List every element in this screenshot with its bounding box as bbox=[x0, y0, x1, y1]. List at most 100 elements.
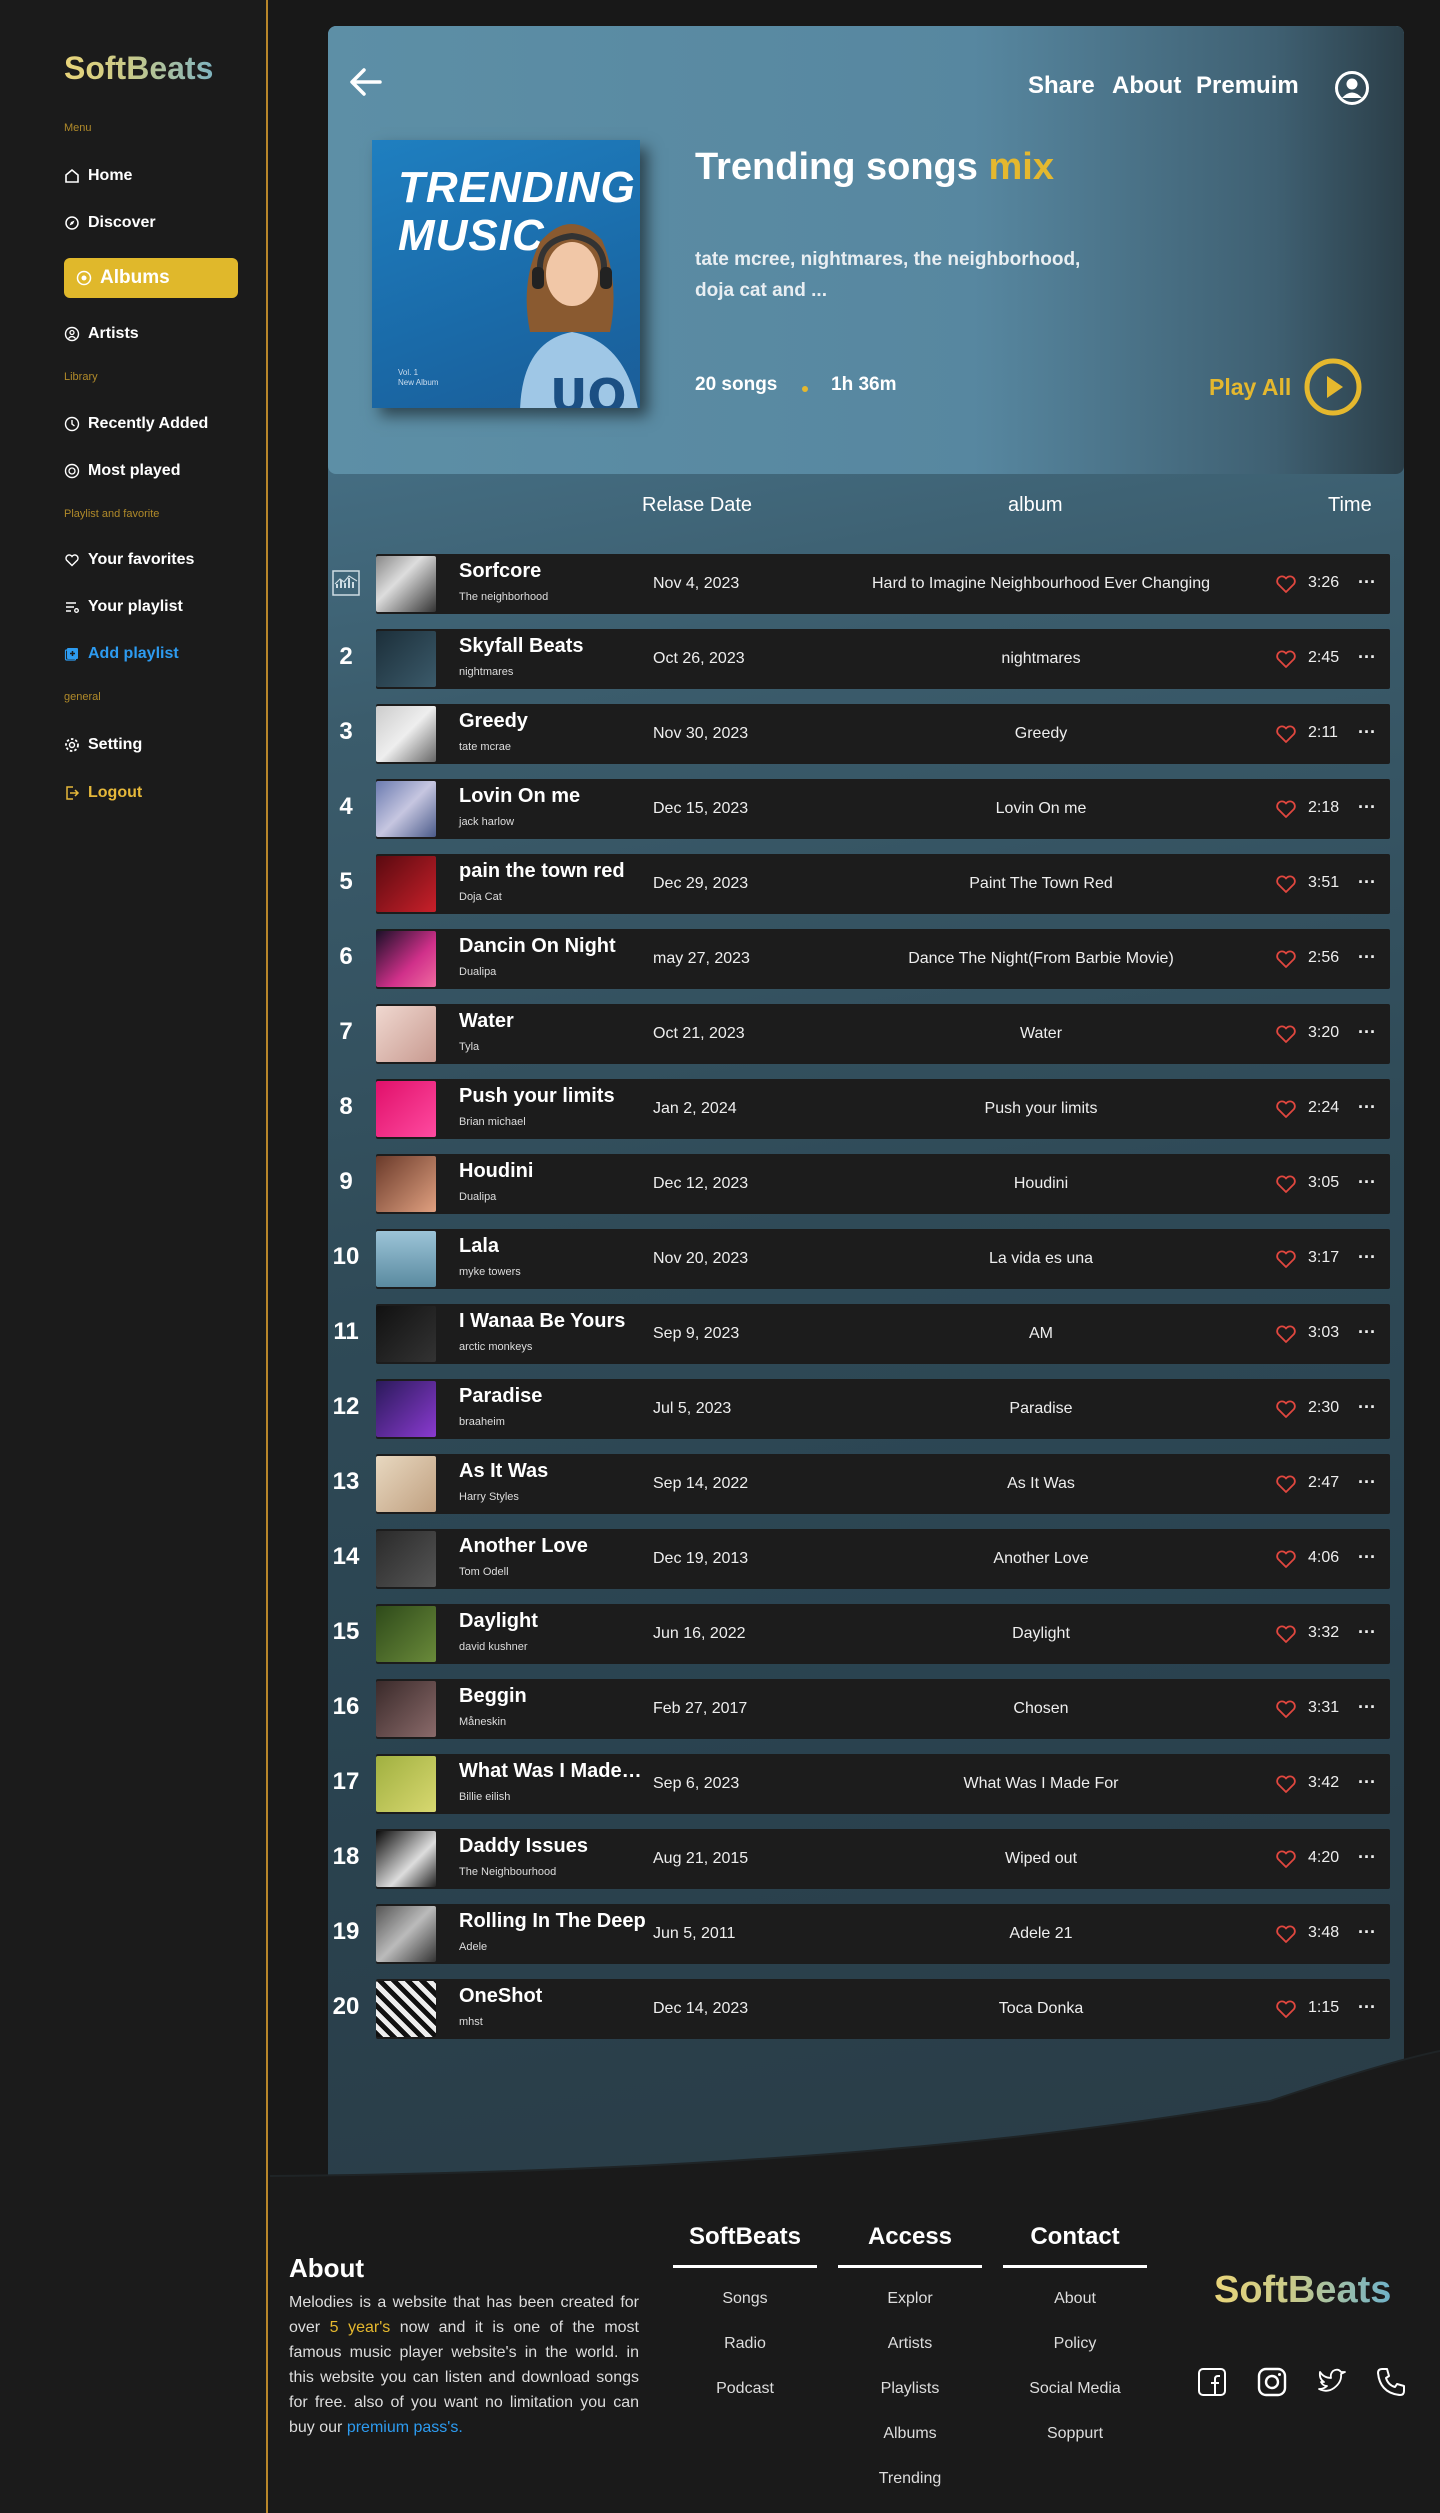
track-title[interactable]: Another Love bbox=[459, 1535, 588, 1558]
play-all-label[interactable]: Play All bbox=[1209, 374, 1291, 401]
column-header-album[interactable]: album bbox=[1008, 494, 1062, 517]
track-title[interactable]: OneShot bbox=[459, 1985, 542, 2008]
more-options-icon[interactable]: ··· bbox=[1358, 1847, 1380, 1869]
footer-link-radio[interactable]: Radio bbox=[673, 2335, 817, 2358]
track-thumbnail[interactable] bbox=[376, 1981, 436, 2037]
track-title[interactable]: Daylight bbox=[459, 1610, 538, 1633]
track-thumbnail[interactable] bbox=[376, 1906, 436, 1962]
table-row[interactable]: 8 Push your limits Brian michael Jan 2, 202… bbox=[339, 1079, 1390, 1139]
like-heart-icon[interactable] bbox=[1274, 647, 1298, 671]
track-thumbnail[interactable] bbox=[376, 706, 436, 762]
sidebar-item-home[interactable]: Home bbox=[64, 164, 132, 188]
footer-link-artists[interactable]: Artists bbox=[838, 2335, 982, 2358]
like-heart-icon[interactable] bbox=[1274, 872, 1298, 896]
like-heart-icon[interactable] bbox=[1274, 1322, 1298, 1346]
track-title[interactable]: pain the town red bbox=[459, 860, 625, 883]
like-heart-icon[interactable] bbox=[1274, 947, 1298, 971]
track-thumbnail[interactable] bbox=[376, 781, 436, 837]
track-thumbnail[interactable] bbox=[376, 856, 436, 912]
table-row[interactable]: 18 Daddy Issues The Neighbourhood Aug 21, 2… bbox=[333, 1829, 1390, 1889]
brand-logo[interactable]: SoftBeats bbox=[64, 50, 213, 87]
more-options-icon[interactable]: ··· bbox=[1358, 1997, 1380, 2019]
footer-link-social-media[interactable]: Social Media bbox=[1003, 2380, 1147, 2403]
like-heart-icon[interactable] bbox=[1274, 1022, 1298, 1046]
track-title[interactable]: Houdini bbox=[459, 1160, 533, 1183]
more-options-icon[interactable]: ··· bbox=[1358, 647, 1380, 669]
more-options-icon[interactable]: ··· bbox=[1358, 572, 1380, 594]
footer-link-explor[interactable]: Explor bbox=[838, 2290, 982, 2313]
table-row[interactable]: 14 Another Love Tom Odell Dec 19, 2013 Anoth… bbox=[333, 1529, 1390, 1589]
track-title[interactable]: What Was I Made For bbox=[459, 1760, 647, 1783]
sidebar-item-logout[interactable]: Logout bbox=[64, 781, 142, 805]
track-thumbnail[interactable] bbox=[376, 1456, 436, 1512]
footer-link-trending[interactable]: Trending bbox=[838, 2470, 982, 2493]
column-header-time[interactable]: Time bbox=[1328, 494, 1372, 517]
like-heart-icon[interactable] bbox=[1274, 1997, 1298, 2021]
footer-brand-logo[interactable]: SoftBeats bbox=[1214, 2269, 1391, 2312]
footer-link-support[interactable]: Soppurt bbox=[1003, 2425, 1147, 2448]
track-title[interactable]: Daddy Issues bbox=[459, 1835, 588, 1858]
table-row[interactable]: 4 Lovin On me jack harlow Dec 15, 2023 Lovin… bbox=[339, 779, 1390, 839]
track-title[interactable]: As It Was bbox=[459, 1460, 548, 1483]
more-options-icon[interactable]: ··· bbox=[1358, 1097, 1380, 1119]
footer-link-songs[interactable]: Songs bbox=[673, 2290, 817, 2313]
twitter-icon[interactable] bbox=[1315, 2365, 1349, 2399]
column-header-release[interactable]: Relase Date bbox=[642, 494, 752, 517]
track-thumbnail[interactable] bbox=[376, 1756, 436, 1812]
like-heart-icon[interactable] bbox=[1274, 1622, 1298, 1646]
track-title[interactable]: Sorfcore bbox=[459, 560, 541, 583]
track-title[interactable]: Push your limits bbox=[459, 1085, 615, 1108]
table-row[interactable]: 19 Rolling In The Deep Adele Jun 5, 2011 Ade… bbox=[333, 1904, 1390, 1964]
track-title[interactable]: Beggin bbox=[459, 1685, 527, 1708]
table-row[interactable]: 5 pain the town red Doja Cat Dec 29, 2023 Pa… bbox=[339, 854, 1390, 914]
more-options-icon[interactable]: ··· bbox=[1358, 1772, 1380, 1794]
track-thumbnail[interactable] bbox=[376, 1231, 436, 1287]
table-row[interactable]: 15 Daylight david kushner Jun 16, 2022 Dayli… bbox=[333, 1604, 1390, 1664]
track-title[interactable]: Rolling In The Deep bbox=[459, 1910, 646, 1933]
track-thumbnail[interactable] bbox=[376, 1531, 436, 1587]
like-heart-icon[interactable] bbox=[1274, 722, 1298, 746]
phone-icon[interactable] bbox=[1374, 2365, 1408, 2399]
track-thumbnail[interactable] bbox=[376, 631, 436, 687]
nav-about[interactable]: About bbox=[1112, 72, 1181, 100]
track-thumbnail[interactable] bbox=[376, 1081, 436, 1137]
more-options-icon[interactable]: ··· bbox=[1358, 1172, 1380, 1194]
footer-link-podcast[interactable]: Podcast bbox=[673, 2380, 817, 2403]
table-row[interactable]: Sorfcore The neighborhood Nov 4, 2023 Hard … bbox=[332, 554, 1390, 614]
footer-link-albums[interactable]: Albums bbox=[838, 2425, 982, 2448]
more-options-icon[interactable]: ··· bbox=[1358, 1322, 1380, 1344]
like-heart-icon[interactable] bbox=[1274, 1547, 1298, 1571]
footer-link-about[interactable]: About bbox=[1003, 2290, 1147, 2313]
nav-share[interactable]: Share bbox=[1028, 72, 1095, 100]
sidebar-item-favorites[interactable]: Your favorites bbox=[64, 548, 194, 572]
track-thumbnail[interactable] bbox=[376, 1006, 436, 1062]
track-title[interactable]: Lovin On me bbox=[459, 785, 580, 808]
more-options-icon[interactable]: ··· bbox=[1358, 1472, 1380, 1494]
track-thumbnail[interactable] bbox=[376, 556, 436, 612]
footer-link-policy[interactable]: Policy bbox=[1003, 2335, 1147, 2358]
sidebar-item-recently-added[interactable]: Recently Added bbox=[64, 412, 208, 436]
track-title[interactable]: Paradise bbox=[459, 1385, 542, 1408]
sidebar-item-discover[interactable]: Discover bbox=[64, 211, 156, 235]
like-heart-icon[interactable] bbox=[1274, 797, 1298, 821]
table-row[interactable]: 10 Lala myke towers Nov 20, 2023 La vida es … bbox=[333, 1229, 1390, 1289]
like-heart-icon[interactable] bbox=[1274, 1772, 1298, 1796]
play-all-button[interactable] bbox=[1304, 358, 1362, 416]
table-row[interactable]: 13 As It Was Harry Styles Sep 14, 2022 As It… bbox=[333, 1454, 1390, 1514]
track-title[interactable]: Skyfall Beats bbox=[459, 635, 584, 658]
table-row[interactable]: 2 Skyfall Beats nightmares Oct 26, 2023 nigh… bbox=[339, 629, 1390, 689]
like-heart-icon[interactable] bbox=[1274, 1247, 1298, 1271]
sidebar-item-playlist[interactable]: Your playlist bbox=[64, 595, 183, 619]
user-account-icon[interactable] bbox=[1334, 70, 1370, 106]
more-options-icon[interactable]: ··· bbox=[1358, 722, 1380, 744]
more-options-icon[interactable]: ··· bbox=[1358, 1397, 1380, 1419]
track-title[interactable]: Lala bbox=[459, 1235, 499, 1258]
like-heart-icon[interactable] bbox=[1274, 1172, 1298, 1196]
like-heart-icon[interactable] bbox=[1274, 1097, 1298, 1121]
footer-link-playlists[interactable]: Playlists bbox=[838, 2380, 982, 2403]
like-heart-icon[interactable] bbox=[1274, 1697, 1298, 1721]
track-thumbnail[interactable] bbox=[376, 1831, 436, 1887]
track-title[interactable]: Greedy bbox=[459, 710, 528, 733]
table-row[interactable]: 7 Water Tyla Oct 21, 2023 Water 3:20 ··· bbox=[339, 1004, 1390, 1064]
table-row[interactable]: 17 What Was I Made For Billie eilish Sep 6,… bbox=[333, 1754, 1390, 1814]
